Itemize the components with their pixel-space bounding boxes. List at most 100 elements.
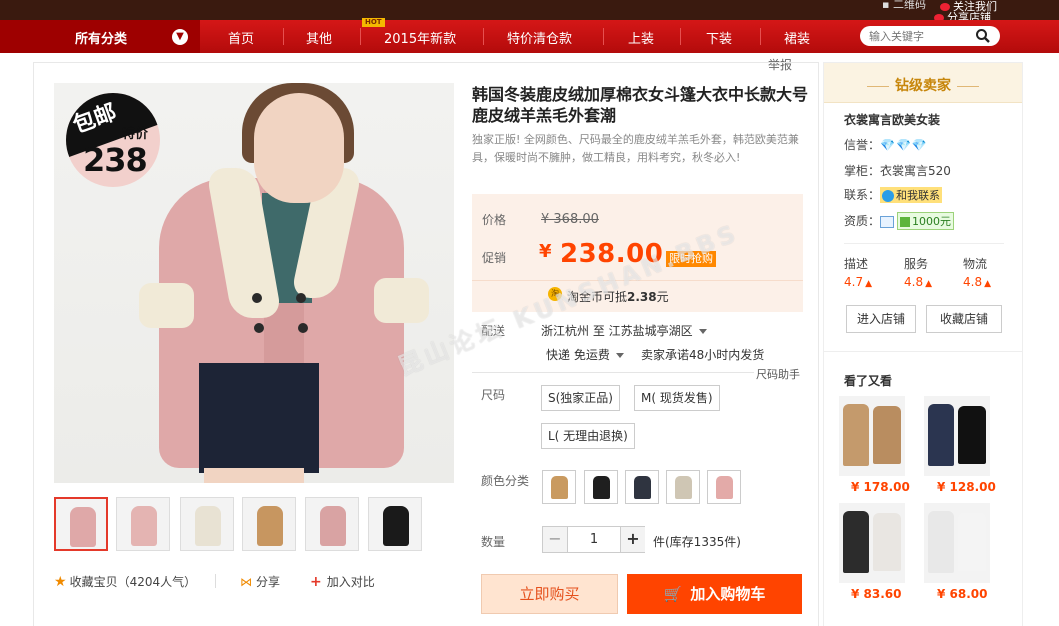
thumbnail-2[interactable]: [116, 497, 170, 551]
nav-item-other[interactable]: 其他: [306, 28, 332, 47]
score-service: 服务 4.8 ▲: [904, 257, 933, 289]
shipping-promise: 卖家承诺48小时内发货: [641, 348, 765, 362]
nav-item-tops[interactable]: 上装: [628, 28, 654, 47]
recommended-item-3[interactable]: [839, 503, 905, 583]
thumbnail-6[interactable]: [368, 497, 422, 551]
nav-divider: [283, 28, 284, 45]
price-label: 价格: [482, 213, 507, 227]
qr-code-icon: ▪: [882, 0, 890, 11]
nav-divider: [483, 28, 484, 45]
recommended-price-3: ¥ 83.60: [851, 587, 902, 601]
all-categories-label: 所有分类: [75, 32, 128, 47]
thumbnail-shape: [383, 506, 409, 546]
rec-shape: [873, 406, 901, 464]
image-cuff-left: [139, 283, 194, 328]
quantity-minus-button[interactable]: −: [543, 527, 568, 552]
image-cuff-right: [374, 278, 429, 323]
score-description: 描述 4.7 ▲: [844, 257, 873, 289]
image-legs-shape: [204, 468, 304, 483]
seller-panel: 钻级卖家 衣裳寓言欧美女装 信誉：💎💎💎 掌柜：衣裳寓言520 联系： 和我联系 …: [823, 62, 1023, 352]
credit-row: 信誉：💎💎💎: [844, 138, 928, 152]
nav-item-bottoms[interactable]: 下装: [706, 28, 732, 47]
badge-special-price: 特价: [122, 127, 149, 142]
plus-icon: +: [310, 574, 322, 590]
nav-divider: [680, 28, 681, 45]
all-categories-menu[interactable]: 所有分类 ▼: [0, 20, 200, 53]
badge-price: 238: [83, 141, 148, 179]
thumbnail-shape: [131, 506, 157, 546]
size-helper-link[interactable]: 尺码助手: [756, 366, 800, 382]
image-coat-button: [252, 293, 262, 303]
search-input[interactable]: [869, 28, 969, 44]
contact-seller-button[interactable]: 和我联系: [880, 187, 943, 203]
nav-divider: [760, 28, 761, 45]
search-icon[interactable]: [975, 28, 991, 44]
image-coat-button: [254, 323, 264, 333]
quantity-input[interactable]: 1: [568, 527, 620, 552]
recommended-item-4[interactable]: [924, 503, 990, 583]
thumbnail-shape: [257, 506, 283, 546]
image-coat-button: [298, 323, 308, 333]
shop-nav-bar: 所有分类 ▼ 首页 其他 HOT 2015年新款 特价清仓款 上装 下装 裙装: [0, 18, 1059, 53]
rec-shape: [958, 513, 986, 571]
size-option-l[interactable]: L( 无理由退换): [541, 423, 635, 449]
score-logistics: 物流 4.8 ▲: [963, 257, 992, 289]
id-card-icon[interactable]: [880, 215, 895, 228]
nav-item-new-2015[interactable]: 2015年新款: [384, 28, 456, 47]
shipping-method-select[interactable]: 快递 免运费: [546, 348, 624, 362]
recommended-item-1[interactable]: [839, 396, 905, 476]
deposit-badge[interactable]: 1000元: [897, 212, 955, 230]
add-to-cart-button[interactable]: 🛒 加入购物车: [627, 574, 802, 614]
share-button[interactable]: ⋈ 分享: [240, 573, 280, 590]
thumbnail-4[interactable]: [242, 497, 296, 551]
cart-icon: 🛒: [663, 585, 683, 603]
thumbnail-1[interactable]: [54, 497, 108, 551]
recommended-price-1: ¥ 178.00: [851, 480, 910, 494]
deposit-icon: [900, 217, 911, 227]
size-option-s[interactable]: S(独家正品): [541, 385, 620, 411]
quantity-plus-button[interactable]: +: [620, 527, 645, 552]
rec-shape: [873, 513, 901, 571]
color-swatch-4[interactable]: [666, 470, 700, 504]
diamond-icon: 💎💎💎: [880, 138, 928, 152]
recommended-item-2[interactable]: [924, 396, 990, 476]
arrow-up-icon: ▲: [984, 279, 992, 289]
chat-icon: [882, 190, 895, 202]
collect-item-button[interactable]: ★ 收藏宝贝（4204人气）: [54, 573, 196, 590]
original-price: ¥ 368.00: [541, 212, 599, 227]
nav-item-skirts[interactable]: 裙装: [784, 28, 810, 47]
recommended-price-2: ¥ 128.00: [937, 480, 996, 494]
product-subtitle: 独家正版! 全网颜色、尺码最全的鹿皮绒羊羔毛外套，韩范欧美范兼具，保暖时尚不臃肿…: [472, 133, 799, 164]
size-option-m[interactable]: M( 现货发售): [634, 385, 720, 411]
nav-item-home[interactable]: 首页: [228, 28, 254, 47]
color-swatch-3[interactable]: [625, 470, 659, 504]
shipping-route-select[interactable]: 浙江杭州 至 江苏盐城亭湖区: [541, 322, 707, 339]
color-swatch-2[interactable]: [584, 470, 618, 504]
swatch-shape: [634, 476, 651, 499]
rec-shape: [843, 511, 869, 573]
nav-item-clearance[interactable]: 特价清仓款: [507, 28, 572, 47]
thumbnail-5[interactable]: [305, 497, 359, 551]
enter-shop-button[interactable]: 进入店铺: [846, 305, 916, 333]
promo-badge: 包邮 特价 238: [66, 93, 160, 187]
thumbnail-3[interactable]: [180, 497, 234, 551]
owner-name[interactable]: 衣裳寓言520: [880, 164, 951, 178]
buy-now-button[interactable]: 立即购买: [481, 574, 618, 614]
nav-divider: [360, 28, 361, 45]
image-coat-button: [296, 293, 306, 303]
qr-code-link[interactable]: ▪ 二维码: [882, 0, 926, 10]
add-compare-button[interactable]: + 加入对比: [310, 573, 375, 590]
hot-badge: HOT: [362, 18, 385, 27]
stock-info: 件(库存1335件): [653, 535, 741, 549]
chevron-down-icon: [698, 329, 707, 334]
chevron-down-icon: ▼: [172, 29, 188, 45]
thumbnail-shape: [70, 507, 96, 547]
color-swatch-5[interactable]: [707, 470, 741, 504]
shop-name[interactable]: 衣裳寓言欧美女装: [844, 111, 940, 128]
rec-shape: [958, 406, 986, 464]
favorite-shop-button[interactable]: 收藏店铺: [926, 305, 1002, 333]
color-swatch-1[interactable]: [542, 470, 576, 504]
shop-search-box: [860, 26, 1000, 46]
nav-divider: [603, 28, 604, 45]
recommended-price-4: ¥ 68.00: [937, 587, 988, 601]
